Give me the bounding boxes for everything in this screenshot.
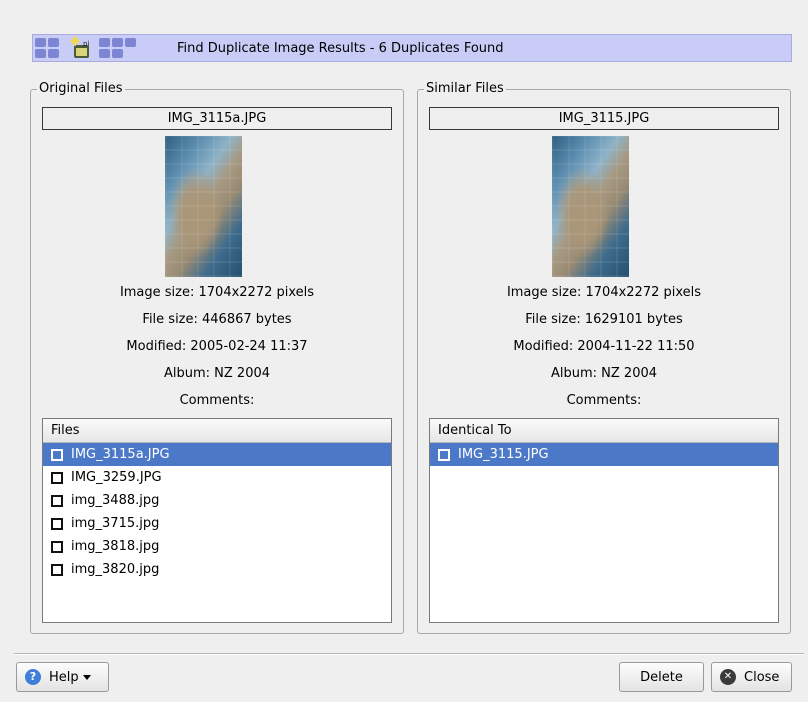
original-filename: IMG_3115a.JPG — [42, 107, 392, 130]
delete-button[interactable]: Delete — [619, 662, 704, 692]
checkbox[interactable] — [438, 448, 450, 461]
original-modified: Modified: 2005-02-24 11:37 — [126, 339, 308, 354]
checkbox[interactable] — [51, 494, 63, 507]
similar-modified: Modified: 2004-11-22 11:50 — [513, 339, 695, 354]
kipi-plugin-icon: pi — [33, 35, 151, 61]
list-item-label: IMG_3115a.JPG — [71, 447, 170, 462]
svg-text:pi: pi — [83, 40, 89, 48]
list-item[interactable]: IMG_3115a.JPG — [43, 443, 391, 466]
list-item[interactable]: img_3818.jpg — [43, 535, 391, 558]
original-files-title: Original Files — [37, 81, 125, 97]
dialog-title: Find Duplicate Image Results - 6 Duplica… — [177, 40, 504, 56]
close-button[interactable]: ✕ Close — [711, 662, 792, 692]
similar-album: Album: NZ 2004 — [550, 366, 658, 381]
close-button-label: Close — [744, 669, 780, 685]
similar-comments: Comments: — [566, 393, 642, 408]
similar-file-size: File size: 1629101 bytes — [525, 312, 683, 327]
original-files-group: Original Files IMG_3115a.JPG Image size:… — [30, 81, 404, 634]
list-item-label: IMG_3259.JPG — [71, 470, 162, 485]
separator — [14, 653, 804, 655]
delete-button-label: Delete — [640, 669, 683, 685]
list-item-label: IMG_3115.JPG — [458, 447, 549, 462]
chevron-down-icon — [82, 674, 91, 680]
original-thumbnail — [165, 136, 242, 277]
help-button-label: Help — [49, 669, 79, 685]
checkbox[interactable] — [51, 540, 63, 553]
original-comments: Comments: — [179, 393, 255, 408]
checkbox[interactable] — [51, 563, 63, 576]
identical-to-list-header[interactable]: Identical To — [430, 419, 778, 443]
checkbox[interactable] — [51, 517, 63, 530]
similar-files-group: Similar Files IMG_3115.JPG Image size: 1… — [417, 81, 791, 634]
original-image-size: Image size: 1704x2272 pixels — [119, 285, 315, 300]
similar-filename: IMG_3115.JPG — [429, 107, 779, 130]
similar-thumbnail — [552, 136, 629, 277]
files-list-header[interactable]: Files — [43, 419, 391, 443]
original-album: Album: NZ 2004 — [163, 366, 271, 381]
list-item-label: img_3820.jpg — [71, 562, 160, 577]
list-item[interactable]: img_3715.jpg — [43, 512, 391, 535]
list-item[interactable]: IMG_3115.JPG — [430, 443, 778, 466]
similar-image-size: Image size: 1704x2272 pixels — [506, 285, 702, 300]
checkbox[interactable] — [51, 471, 63, 484]
help-button[interactable]: ? Help — [16, 662, 109, 692]
close-icon: ✕ — [720, 669, 736, 685]
list-item[interactable]: IMG_3259.JPG — [43, 466, 391, 489]
identical-to-list[interactable]: Identical To IMG_3115.JPG — [429, 418, 779, 623]
list-item[interactable]: img_3488.jpg — [43, 489, 391, 512]
list-item-label: img_3488.jpg — [71, 493, 160, 508]
list-item-label: img_3715.jpg — [71, 516, 160, 531]
checkbox[interactable] — [51, 448, 63, 461]
files-list[interactable]: Files IMG_3115a.JPG IMG_3259.JPG img_348… — [42, 418, 392, 623]
help-icon: ? — [25, 669, 41, 685]
list-item[interactable]: img_3820.jpg — [43, 558, 391, 581]
dialog-header: pi Find Duplicate Image Results - 6 Dupl… — [32, 34, 792, 62]
original-file-size: File size: 446867 bytes — [142, 312, 292, 327]
similar-files-title: Similar Files — [424, 81, 506, 97]
list-item-label: img_3818.jpg — [71, 539, 160, 554]
